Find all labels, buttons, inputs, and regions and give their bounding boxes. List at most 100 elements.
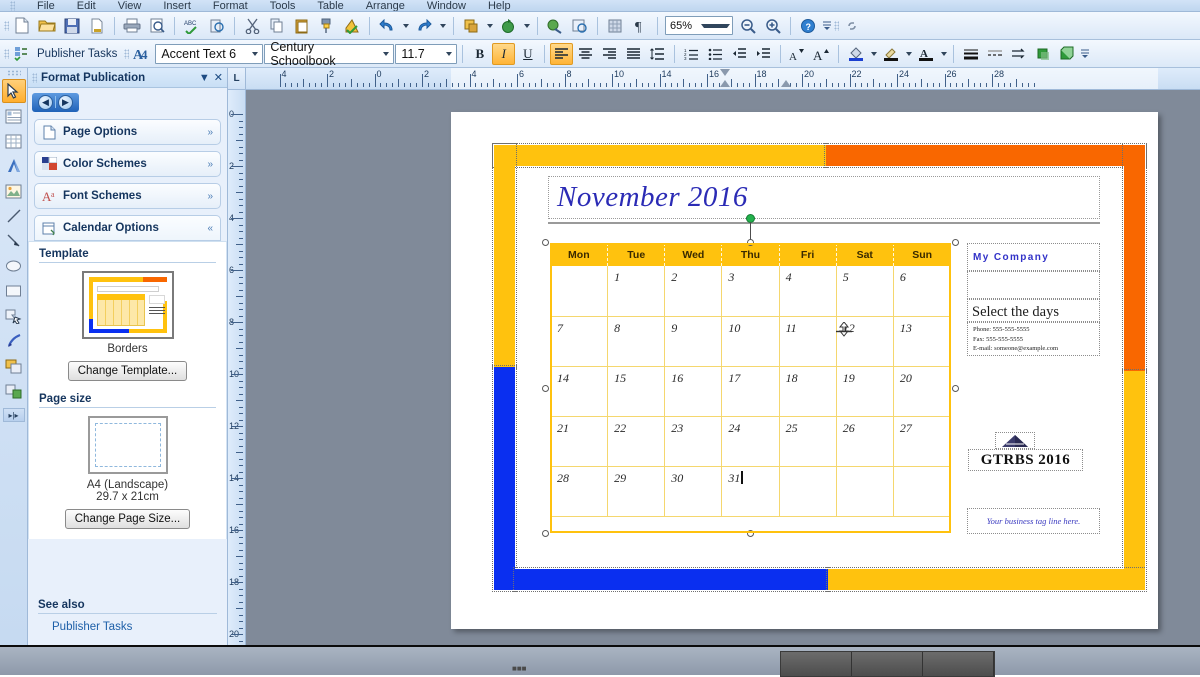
font-size-dropdown-icon[interactable] xyxy=(441,51,455,56)
pane-section-page-options[interactable]: Page Options » xyxy=(34,119,221,145)
calendar-day-cell-empty[interactable] xyxy=(835,465,894,517)
menu-window[interactable]: Window xyxy=(427,1,466,12)
calendar-day-cell-30[interactable]: 30 xyxy=(664,465,723,517)
page-thumbnail-2[interactable] xyxy=(852,652,923,676)
autoshapes-tool-icon[interactable] xyxy=(2,304,26,328)
decrease-font-size-button[interactable]: A xyxy=(786,43,809,65)
vertical-ruler[interactable]: 02468101214161820 xyxy=(228,90,246,645)
three-d-style-button[interactable] xyxy=(1055,43,1078,65)
rectangle-tool-icon[interactable] xyxy=(2,279,26,303)
toolbar-overflow-icon[interactable] xyxy=(821,15,833,37)
border-bar-right-orange[interactable] xyxy=(1122,143,1147,373)
align-left-button[interactable] xyxy=(550,42,574,65)
style-combobox[interactable]: Accent Text 6 xyxy=(155,43,264,64)
change-template-button[interactable]: Change Template... xyxy=(67,361,188,381)
calendar-day-cell-16[interactable]: 16 xyxy=(664,365,723,417)
open-folder-icon[interactable] xyxy=(35,15,59,37)
undo-dropdown-icon[interactable] xyxy=(400,15,411,37)
calendar-day-cell-5[interactable]: 5 xyxy=(835,266,894,317)
pane-section-color-schemes[interactable]: Color Schemes » xyxy=(34,151,221,177)
style-dropdown-icon[interactable] xyxy=(247,51,261,56)
item-from-content-library-tool-icon[interactable] xyxy=(2,354,26,378)
copy-icon[interactable] xyxy=(265,15,289,37)
calendar-table[interactable]: Mon Tue Wed Thu Fri Sat Sun 1 2 3 4 5 6 7 8 9 10 1… xyxy=(549,243,952,517)
calendar-day-cell-14[interactable]: 14 xyxy=(549,365,609,417)
ruler-corner-tab-selector[interactable]: L xyxy=(228,68,246,90)
calendar-day-cell-9[interactable]: 9 xyxy=(664,315,723,367)
calendar-day-cell-empty[interactable] xyxy=(549,266,609,317)
formatting-toolbar-grip-2[interactable] xyxy=(124,48,130,59)
italic-button[interactable]: I xyxy=(492,42,516,65)
font-dropdown-icon[interactable] xyxy=(378,51,392,56)
pane-forward-icon[interactable]: ▶ xyxy=(58,94,73,110)
font-color-dropdown-icon[interactable] xyxy=(938,43,948,65)
menu-insert[interactable]: Insert xyxy=(163,1,191,12)
calendar-day-cell-8[interactable]: 8 xyxy=(607,315,666,367)
chevron-down-icon[interactable]: » xyxy=(207,191,213,202)
calendar-day-cell-26[interactable]: 26 xyxy=(835,415,894,467)
toolbar-row-grip[interactable] xyxy=(834,20,839,31)
select-objects-pointer-icon[interactable] xyxy=(1,79,26,103)
rotate-icon[interactable] xyxy=(496,15,520,37)
menu-format[interactable]: Format xyxy=(213,1,248,12)
page-navigation-strip[interactable]: ■■■ xyxy=(0,645,1200,677)
horizontal-ruler[interactable]: 4 2 0 2 4 6 8 10 14 16 18 20 22 24 26 28 xyxy=(246,68,1200,90)
selection-handle-top-center[interactable] xyxy=(747,239,754,246)
change-page-size-button[interactable]: Change Page Size... xyxy=(64,509,191,529)
web-page-preview-icon[interactable] xyxy=(568,15,592,37)
contact-info-textbox[interactable]: Phone: 555-555-5555 Fax: 555-555-5555 E-… xyxy=(967,322,1100,356)
bold-button[interactable]: B xyxy=(468,43,491,65)
right-indent-marker[interactable] xyxy=(720,80,730,87)
calendar-day-cell-23[interactable]: 23 xyxy=(664,415,723,467)
underline-button[interactable]: U xyxy=(516,43,539,65)
menu-view[interactable]: View xyxy=(118,1,142,12)
calendar-day-cell-18[interactable]: 18 xyxy=(778,365,837,417)
align-right-button[interactable] xyxy=(598,43,621,65)
zoom-dropdown-icon[interactable] xyxy=(700,23,730,28)
publish-pdf-icon[interactable] xyxy=(85,15,109,37)
design-checker-icon[interactable] xyxy=(340,15,364,37)
hanging-indent-marker[interactable] xyxy=(781,80,791,87)
pane-back-icon[interactable]: ◀ xyxy=(38,94,53,110)
pane-section-font-schemes[interactable]: Aa Font Schemes » xyxy=(34,183,221,209)
chevron-down-icon[interactable]: ▼ xyxy=(199,72,210,84)
design-gallery-tool-icon[interactable] xyxy=(2,329,26,353)
calendar-day-cell-6[interactable]: 6 xyxy=(892,266,952,317)
dash-style-button[interactable] xyxy=(983,43,1006,65)
menu-help[interactable]: Help xyxy=(488,1,511,12)
page-thumbnail-1[interactable] xyxy=(781,652,852,676)
calendar-day-cell-22[interactable]: 22 xyxy=(607,415,666,467)
increase-indent-button[interactable] xyxy=(752,43,775,65)
calendar-day-cell-19[interactable]: 19 xyxy=(835,365,894,417)
oval-tool-icon[interactable] xyxy=(2,254,26,278)
save-disk-icon[interactable] xyxy=(60,15,84,37)
left-indent-marker[interactable] xyxy=(720,69,730,76)
close-icon[interactable]: ✕ xyxy=(214,71,223,84)
sidebar-heading-textbox[interactable]: Select the days xyxy=(967,299,1100,322)
formatting-overflow-icon[interactable] xyxy=(1079,43,1091,65)
line-spacing-button[interactable] xyxy=(646,43,669,65)
menu-bar-grip[interactable] xyxy=(10,1,15,11)
selection-handle-top-right[interactable] xyxy=(952,239,959,246)
selection-handle-bottom-left[interactable] xyxy=(542,530,549,537)
calendar-day-cell-empty[interactable] xyxy=(778,465,837,517)
print-preview-icon[interactable] xyxy=(145,15,169,37)
shadow-style-button[interactable] xyxy=(1031,43,1054,65)
selection-handle-middle-right[interactable] xyxy=(952,385,959,392)
selection-handle-middle-left[interactable] xyxy=(542,385,549,392)
calendar-day-cell-28[interactable]: 28 xyxy=(549,465,609,517)
publication-page[interactable]: November 2016 Mon Tue Wed Thu Fri Sat Su… xyxy=(451,112,1158,629)
menu-tools[interactable]: Tools xyxy=(270,1,296,12)
border-bar-left-yellow[interactable] xyxy=(492,143,517,369)
tagline-textbox[interactable]: Your business tag line here. xyxy=(967,508,1100,534)
menu-table[interactable]: Table xyxy=(317,1,343,12)
pane-grip[interactable] xyxy=(32,72,37,83)
calendar-day-cell-27[interactable]: 27 xyxy=(892,415,952,467)
calendar-day-cell-4[interactable]: 4 xyxy=(778,266,837,317)
logo-name-textbox[interactable]: GTRBS 2016 xyxy=(968,449,1083,471)
border-bar-right-yellow[interactable] xyxy=(1122,369,1147,592)
border-bar-bottom-yellow[interactable] xyxy=(826,567,1147,592)
align-center-button[interactable] xyxy=(574,43,597,65)
arrow-tool-icon[interactable] xyxy=(2,229,26,253)
redo-dropdown-icon[interactable] xyxy=(437,15,448,37)
